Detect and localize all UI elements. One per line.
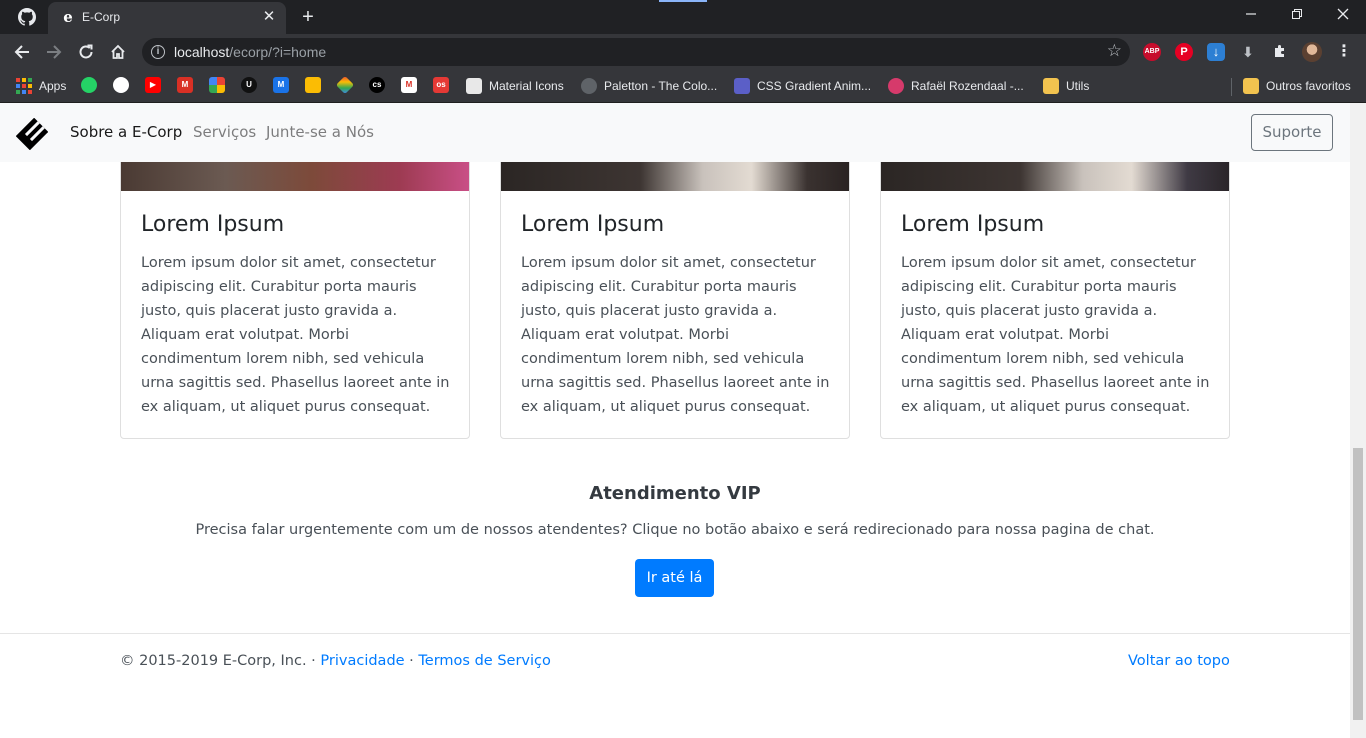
- github-profile-icon[interactable]: [14, 6, 40, 28]
- feature-card: Lorem Ipsum Lorem ipsum dolor sit amet, …: [880, 123, 1230, 439]
- bookmark-label: Material Icons: [489, 79, 564, 93]
- bookmark-label: Rafaël Rozendaal -...: [911, 79, 1024, 93]
- os-favicon[interactable]: os: [433, 77, 449, 93]
- support-button[interactable]: Suporte: [1251, 114, 1333, 151]
- bookmark-paletton[interactable]: Paletton - The Colo...: [581, 77, 717, 95]
- copyright-text: © 2015-2019 E-Corp, Inc.: [120, 653, 307, 669]
- gmail-favicon[interactable]: M: [401, 77, 417, 93]
- github-favicon[interactable]: [113, 77, 129, 93]
- vip-description: Precisa falar urgentemente com um de nos…: [195, 522, 1155, 538]
- paletton-favicon: [581, 78, 597, 94]
- bookmark-label: Paletton - The Colo...: [604, 79, 718, 93]
- feature-card: Lorem Ipsum Lorem ipsum dolor sit amet, …: [120, 123, 470, 439]
- footer-separator: ·: [404, 653, 419, 669]
- new-tab-icon[interactable]: +: [297, 6, 319, 28]
- profile-avatar[interactable]: [1302, 42, 1322, 62]
- ecorp-logo[interactable]: [15, 117, 49, 151]
- close-tab-icon[interactable]: ✕: [260, 8, 278, 26]
- pinterest-icon[interactable]: P: [1175, 43, 1193, 61]
- address-url: localhost/ecorp/?i=home: [174, 44, 326, 60]
- footer-divider: [0, 633, 1350, 634]
- back-icon[interactable]: [10, 40, 34, 64]
- bookmark-label: Utils: [1066, 79, 1090, 93]
- rozendaal-favicon: [888, 78, 904, 94]
- bookmark-css-gradient[interactable]: CSS Gradient Anim...: [734, 77, 871, 95]
- card-text: Lorem ipsum dolor sit amet, consectetur …: [901, 255, 1210, 415]
- bookmark-rozendaal[interactable]: Rafaël Rozendaal -...: [888, 77, 1024, 95]
- card-title: Lorem Ipsum: [521, 212, 665, 237]
- close-window-icon[interactable]: [1330, 4, 1356, 26]
- url-host: localhost: [174, 44, 230, 60]
- card-text: Lorem ipsum dolor sit amet, consectetur …: [521, 255, 830, 415]
- restore-icon[interactable]: [1284, 4, 1310, 26]
- url-path: /ecorp/?i=home: [229, 44, 327, 60]
- youtube-favicon[interactable]: ▶: [145, 77, 161, 93]
- apps-grid-icon: [16, 78, 32, 94]
- scrollbar-thumb[interactable]: [1353, 448, 1363, 720]
- minimize-icon[interactable]: [1238, 4, 1264, 26]
- browser-tab-active[interactable]: e E-Corp ✕: [48, 2, 286, 34]
- dark-app-favicon[interactable]: U: [241, 77, 257, 93]
- tab-drag-indicator: [659, 0, 707, 2]
- m-blue-favicon[interactable]: M: [273, 77, 289, 93]
- back-to-top-link[interactable]: Voltar ao topo: [1128, 653, 1230, 669]
- browser-tabstrip: e E-Corp ✕ +: [0, 0, 1366, 34]
- download-arrow-icon[interactable]: ⬇: [1239, 43, 1257, 61]
- nav-link-junte-se[interactable]: Junte-se a Nós: [266, 123, 374, 141]
- bookmark-folder-utils[interactable]: Utils: [1043, 77, 1089, 95]
- bookmark-apps[interactable]: Apps: [16, 77, 66, 95]
- tab-title: E-Corp: [82, 10, 121, 24]
- card-text: Lorem ipsum dolor sit amet, consectetur …: [141, 255, 450, 415]
- nav-link-sobre[interactable]: Sobre a E-Corp: [70, 123, 182, 141]
- bookmark-label: Apps: [39, 79, 67, 93]
- pinwheel-favicon[interactable]: [209, 77, 225, 93]
- browser-menu-icon[interactable]: ⋮: [1336, 40, 1352, 64]
- bookmarks-bar: Apps ▶ M U Mcs Mos Material Icons Paletton -…: [0, 70, 1366, 103]
- privacy-link[interactable]: Privacidade: [320, 653, 404, 669]
- keep-favicon[interactable]: [305, 77, 321, 93]
- download-manager-icon[interactable]: ↓: [1207, 43, 1225, 61]
- site-navbar: Sobre a E-Corp Serviços Junte-se a Nós S…: [0, 103, 1350, 162]
- bookmark-label: Outros favoritos: [1266, 79, 1351, 93]
- diamond-favicon[interactable]: [335, 75, 355, 95]
- bookmarks-divider: [1231, 78, 1232, 96]
- nav-link-servicos[interactable]: Serviços: [193, 123, 256, 141]
- bookmark-label: CSS Gradient Anim...: [757, 79, 872, 93]
- page-viewport: Sobre a E-Corp Serviços Junte-se a Nós S…: [0, 103, 1366, 738]
- bookmark-material-icons[interactable]: Material Icons: [466, 77, 564, 95]
- gmail-red-favicon[interactable]: M: [177, 77, 193, 93]
- go-to-chat-button[interactable]: Ir até lá: [635, 559, 714, 597]
- card-title: Lorem Ipsum: [141, 212, 285, 237]
- folder-icon: [1243, 78, 1259, 94]
- adblock-plus-icon[interactable]: ABP: [1143, 43, 1161, 61]
- reload-icon[interactable]: [74, 40, 98, 64]
- card-title: Lorem Ipsum: [901, 212, 1045, 237]
- bookmark-star-icon[interactable]: ☆: [1107, 41, 1122, 61]
- ecorp-favicon: e: [63, 8, 73, 26]
- css-gradient-favicon: [734, 78, 750, 94]
- address-bar[interactable]: i localhost/ecorp/?i=home ☆: [142, 38, 1130, 66]
- page-scrollbar[interactable]: [1350, 103, 1366, 738]
- whatsapp-favicon[interactable]: [81, 77, 97, 93]
- home-icon[interactable]: [106, 40, 130, 64]
- vip-title: Atendimento VIP: [589, 483, 761, 504]
- material-icons-favicon: [466, 78, 482, 94]
- bookmark-folder-outros[interactable]: Outros favoritos: [1243, 77, 1351, 95]
- folder-icon: [1043, 78, 1059, 94]
- forward-icon[interactable]: [42, 40, 66, 64]
- extensions-puzzle-icon[interactable]: [1271, 43, 1289, 61]
- terms-link[interactable]: Termos de Serviço: [418, 653, 550, 669]
- site-info-icon[interactable]: i: [151, 45, 165, 59]
- footer-separator: ·: [306, 653, 321, 669]
- feature-card: Lorem Ipsum Lorem ipsum dolor sit amet, …: [500, 123, 850, 439]
- browser-toolbar: i localhost/ecorp/?i=home ☆ ABP P ↓ ⬇ ⋮: [0, 34, 1366, 70]
- footer-copyright-line: © 2015-2019 E-Corp, Inc. · Privacidade ·…: [120, 653, 551, 669]
- cs-favicon[interactable]: cs: [369, 77, 385, 93]
